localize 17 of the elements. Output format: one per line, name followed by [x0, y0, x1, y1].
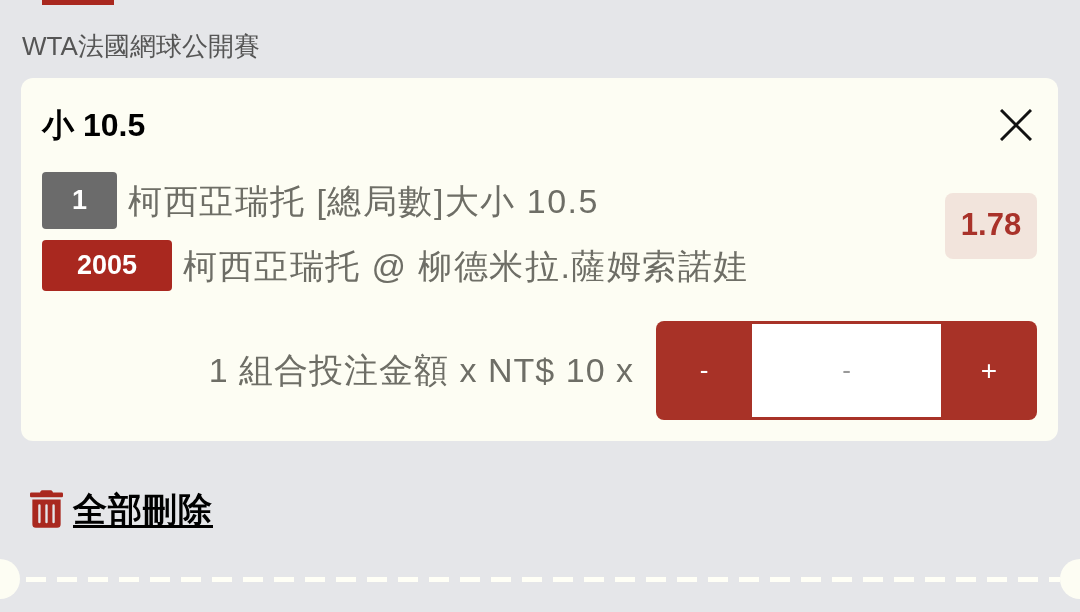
delete-all-button[interactable]: 全部刪除	[30, 490, 213, 528]
odds-value: 1.78	[945, 192, 1037, 259]
bet-title: 小 10.5	[42, 107, 146, 143]
line-number-tag: 2005	[42, 240, 172, 291]
increment-button[interactable]: +	[941, 321, 1037, 420]
trash-icon	[30, 490, 63, 528]
line-number-tag: 1	[42, 172, 117, 229]
bet-description: 柯西亞瑞托 @ 柳德米拉.薩姆索諾娃	[183, 245, 749, 287]
bet-description: 柯西亞瑞托 [總局數]大小 10.5	[128, 180, 599, 222]
ticket-notch	[0, 559, 20, 599]
stake-label: 1 組合投注金額 x NT$ 10 x	[208, 350, 634, 391]
league-name: WTA法國網球公開賽	[22, 30, 260, 62]
close-button[interactable]	[999, 108, 1033, 142]
close-icon	[1000, 109, 1032, 141]
stake-input[interactable]: -	[752, 324, 941, 417]
ticket-notch	[1060, 559, 1080, 599]
decrement-button[interactable]: -	[656, 321, 752, 420]
